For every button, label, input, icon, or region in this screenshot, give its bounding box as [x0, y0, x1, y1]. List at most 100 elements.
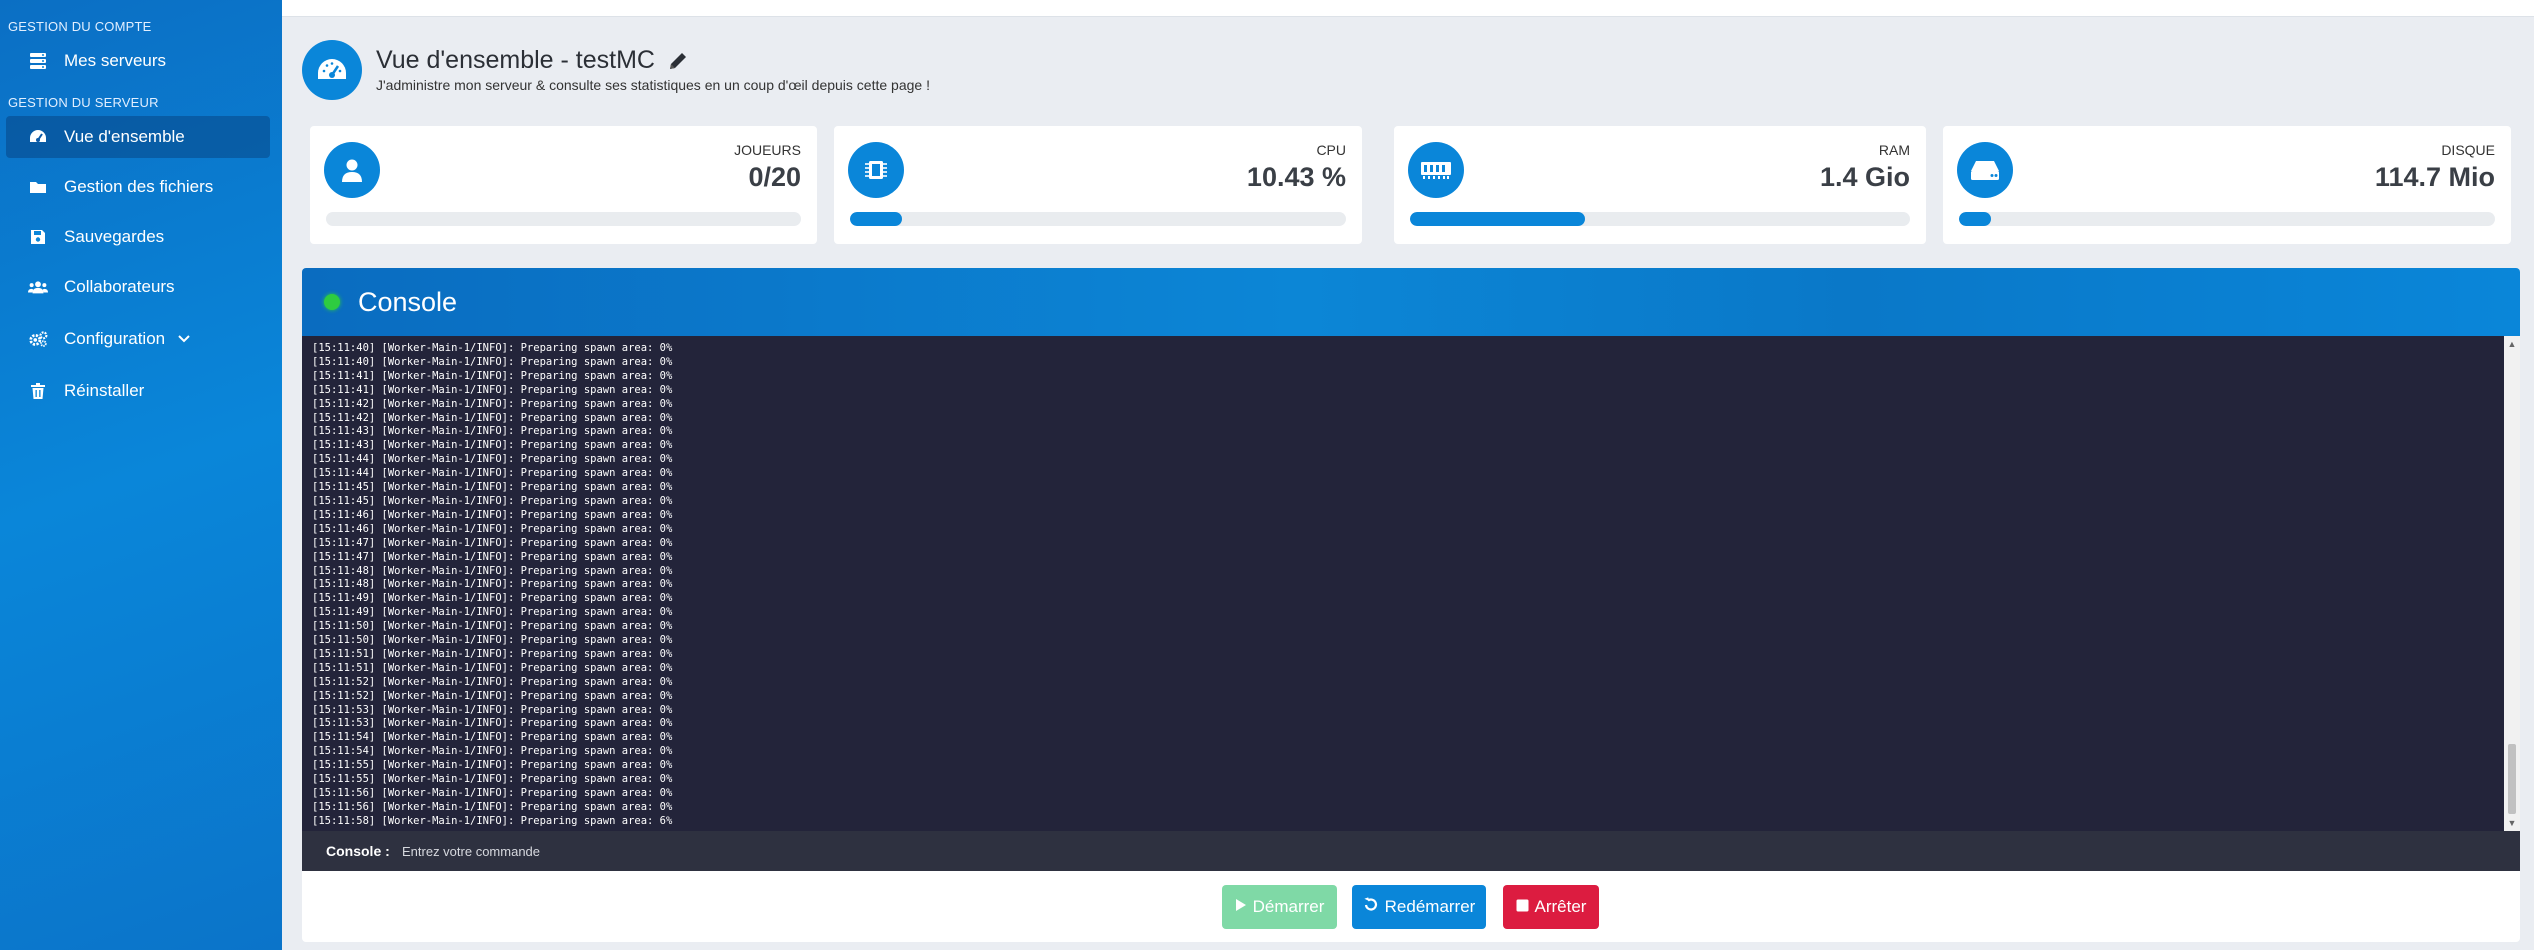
- save-icon: [28, 227, 48, 247]
- cogs-icon: [28, 329, 48, 349]
- stat-value: 1.4 Gio: [1819, 162, 1910, 192]
- restart-button-label: Redémarrer: [1384, 897, 1476, 916]
- log-line: [15:11:53] [Worker-Main-1/INFO]: Prepari…: [312, 717, 673, 730]
- sidebar-section-account: GESTION DU COMPTE: [8, 19, 152, 34]
- stat-card-ram: RAM 1.4 Gio: [1394, 126, 1926, 244]
- sidebar-item-gestion-fichiers[interactable]: Gestion des fichiers: [6, 166, 270, 208]
- stat-card-disk: DISQUE 114.7 Mio: [1943, 126, 2511, 244]
- log-line: [15:11:42] [Worker-Main-1/INFO]: Prepari…: [312, 397, 673, 410]
- log-line: [15:11:47] [Worker-Main-1/INFO]: Prepari…: [312, 550, 673, 563]
- stop-button-label: Arrêter: [1534, 897, 1587, 916]
- log-line: [15:11:52] [Worker-Main-1/INFO]: Prepari…: [312, 675, 673, 688]
- sidebar-item-sauvegardes[interactable]: Sauvegardes: [6, 216, 270, 258]
- log-line: [15:11:49] [Worker-Main-1/INFO]: Prepari…: [312, 592, 673, 605]
- stat-label: DISQUE: [2441, 142, 2495, 158]
- log-line: [15:11:41] [Worker-Main-1/INFO]: Prepari…: [312, 369, 673, 382]
- sidebar-item-mes-serveurs[interactable]: Mes serveurs: [6, 40, 270, 82]
- sidebar-section-server: GESTION DU SERVEUR: [8, 95, 159, 110]
- log-line: [15:11:54] [Worker-Main-1/INFO]: Prepari…: [312, 731, 673, 744]
- server-icon: [28, 51, 48, 71]
- log-line: [15:11:43] [Worker-Main-1/INFO]: Prepari…: [312, 439, 673, 452]
- play-icon: [1235, 897, 1247, 917]
- sidebar-item-reinstaller[interactable]: Réinstaller: [6, 370, 270, 412]
- log-line: [15:11:42] [Worker-Main-1/INFO]: Prepari…: [312, 411, 673, 424]
- sidebar-item-label: Configuration: [64, 329, 166, 348]
- log-line: [15:11:50] [Worker-Main-1/INFO]: Prepari…: [312, 620, 673, 633]
- stat-card-cpu: CPU 10.43 %: [834, 126, 1362, 244]
- log-line: [15:11:51] [Worker-Main-1/INFO]: Prepari…: [312, 647, 673, 660]
- top-bar: [282, 0, 2534, 17]
- command-row: Console :: [302, 831, 2520, 871]
- microchip-icon: [848, 142, 904, 198]
- log-line: [15:11:55] [Worker-Main-1/INFO]: Prepari…: [312, 759, 673, 772]
- progress-fill: [1410, 212, 1585, 226]
- console-panel: Console [15:11:40] [Worker-Main-1/INFO]:…: [302, 268, 2520, 942]
- progress-bar: [326, 212, 801, 226]
- log-line: [15:11:49] [Worker-Main-1/INFO]: Prepari…: [312, 606, 673, 619]
- log-line: [15:11:44] [Worker-Main-1/INFO]: Prepari…: [312, 467, 673, 480]
- page-title: Vue d'ensemble - testMC: [376, 46, 689, 75]
- stat-label: JOUEURS: [734, 142, 801, 158]
- log-line: [15:11:45] [Worker-Main-1/INFO]: Prepari…: [312, 494, 673, 507]
- command-label: Console :: [326, 843, 390, 859]
- sidebar: GESTION DU COMPTE Mes serveurs GESTION D…: [0, 0, 282, 950]
- stop-icon: [1516, 897, 1529, 917]
- dashboard-icon: [28, 127, 48, 147]
- log-line: [15:11:40] [Worker-Main-1/INFO]: Prepari…: [312, 355, 673, 368]
- progress-fill: [850, 212, 902, 226]
- scroll-up-icon[interactable]: ▲: [2507, 339, 2517, 349]
- memory-icon: [1408, 142, 1464, 198]
- sidebar-item-label: Vue d'ensemble: [64, 127, 185, 146]
- stop-button[interactable]: Arrêter: [1503, 885, 1599, 929]
- pencil-icon[interactable]: [667, 50, 689, 72]
- users-icon: [28, 277, 48, 297]
- log-line: [15:11:48] [Worker-Main-1/INFO]: Prepari…: [312, 578, 673, 591]
- log-line: [15:11:51] [Worker-Main-1/INFO]: Prepari…: [312, 661, 673, 674]
- stat-card-players: JOUEURS 0/20: [310, 126, 817, 244]
- stat-value: 0/20: [748, 162, 801, 192]
- log-line: [15:11:56] [Worker-Main-1/INFO]: Prepari…: [312, 800, 673, 813]
- dashboard-icon: [302, 40, 362, 100]
- stat-value: 10.43 %: [1246, 162, 1346, 192]
- hdd-icon: [1957, 142, 2013, 198]
- scrollbar[interactable]: ▲ ▼: [2504, 336, 2520, 831]
- page-title-text: Vue d'ensemble - testMC: [376, 46, 655, 74]
- progress-bar: [1410, 212, 1910, 226]
- sidebar-item-configuration[interactable]: Configuration: [6, 318, 270, 360]
- log-line: [15:11:50] [Worker-Main-1/INFO]: Prepari…: [312, 634, 673, 647]
- page-subtitle: J'administre mon serveur & consulte ses …: [376, 77, 930, 93]
- folder-icon: [28, 177, 48, 197]
- trash-icon: [28, 381, 48, 401]
- command-input[interactable]: [402, 843, 2202, 859]
- stat-value: 114.7 Mio: [2374, 162, 2495, 192]
- log-line: [15:11:46] [Worker-Main-1/INFO]: Prepari…: [312, 522, 673, 535]
- console-log[interactable]: [15:11:40] [Worker-Main-1/INFO]: Prepari…: [302, 336, 2504, 831]
- log-line: [15:11:56] [Worker-Main-1/INFO]: Prepari…: [312, 787, 673, 799]
- sidebar-item-label: Réinstaller: [64, 381, 145, 400]
- restart-button[interactable]: Redémarrer: [1352, 885, 1486, 929]
- scrollbar-thumb[interactable]: [2508, 744, 2516, 814]
- sidebar-item-vue-ensemble[interactable]: Vue d'ensemble: [6, 116, 270, 158]
- undo-icon: [1363, 896, 1379, 918]
- progress-bar: [1959, 212, 2495, 226]
- log-line: [15:11:55] [Worker-Main-1/INFO]: Prepari…: [312, 773, 673, 786]
- console-title: Console: [358, 286, 458, 317]
- log-line: [15:11:48] [Worker-Main-1/INFO]: Prepari…: [312, 564, 673, 577]
- scroll-down-icon[interactable]: ▼: [2507, 818, 2517, 828]
- log-line: [15:11:46] [Worker-Main-1/INFO]: Prepari…: [312, 508, 673, 521]
- log-line: [15:11:45] [Worker-Main-1/INFO]: Prepari…: [312, 481, 673, 494]
- console-header: Console: [302, 268, 2520, 336]
- chevron-down-icon: [177, 334, 191, 344]
- sidebar-item-collaborateurs[interactable]: Collaborateurs: [6, 266, 270, 308]
- log-line: [15:11:52] [Worker-Main-1/INFO]: Prepari…: [312, 689, 673, 702]
- log-line: [15:11:41] [Worker-Main-1/INFO]: Prepari…: [312, 383, 673, 396]
- log-line: [15:11:44] [Worker-Main-1/INFO]: Prepari…: [312, 453, 673, 466]
- start-button[interactable]: Démarrer: [1222, 885, 1337, 929]
- log-line: [15:11:47] [Worker-Main-1/INFO]: Prepari…: [312, 536, 673, 549]
- log-line: [15:11:54] [Worker-Main-1/INFO]: Prepari…: [312, 745, 673, 758]
- log-line: [15:11:53] [Worker-Main-1/INFO]: Prepari…: [312, 703, 673, 716]
- sidebar-item-label: Collaborateurs: [64, 277, 175, 296]
- stat-label: RAM: [1878, 142, 1910, 158]
- start-button-label: Démarrer: [1252, 897, 1325, 916]
- sidebar-item-label: Mes serveurs: [64, 51, 167, 70]
